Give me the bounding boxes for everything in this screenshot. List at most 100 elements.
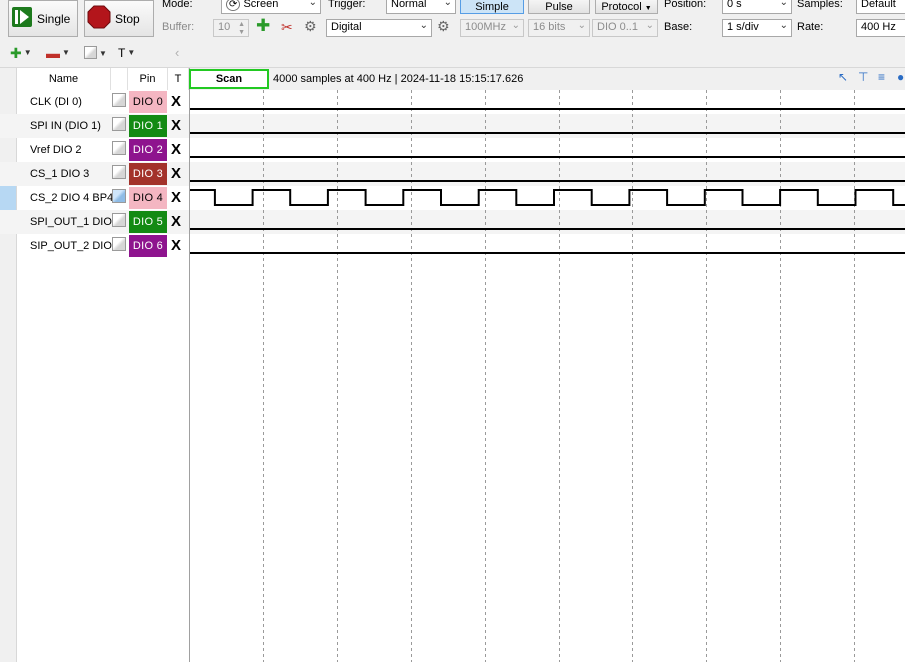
logic-plot-area[interactable]: [189, 68, 905, 662]
channel-config-icon[interactable]: [112, 117, 126, 131]
gear-icon[interactable]: ⚙: [304, 19, 317, 33]
row-selector[interactable]: [0, 186, 16, 210]
buffer-spinbox[interactable]: 10 ▲ ▼: [213, 19, 249, 37]
channel-row[interactable]: CS_2 DIO 4 BP4 DIO 4X: [0, 186, 190, 210]
column-header-pin[interactable]: Pin: [128, 68, 168, 90]
pin-badge[interactable]: DIO 1: [129, 115, 167, 137]
globe-icon[interactable]: ●: [897, 70, 904, 84]
channel-config-icon[interactable]: [112, 165, 126, 179]
row-selector[interactable]: [0, 162, 16, 186]
tab-pulse[interactable]: Pulse: [528, 0, 590, 14]
cursor-icon[interactable]: ↖: [838, 70, 848, 84]
channel-config-button[interactable]: ▼: [84, 46, 107, 61]
mode-label: Mode:: [162, 0, 193, 10]
column-header-name[interactable]: Name: [17, 68, 111, 90]
add-icon[interactable]: ✚: [256, 17, 270, 34]
scissors-icon[interactable]: ✂: [281, 20, 293, 34]
pin-badge[interactable]: DIO 5: [129, 211, 167, 233]
row-shade: [190, 114, 905, 138]
scan-status-button[interactable]: Scan: [189, 69, 269, 89]
stop-icon: [87, 5, 111, 32]
clock-rate-select[interactable]: 100MHz ⌄: [460, 19, 524, 37]
row-selector[interactable]: [0, 138, 16, 162]
play-icon: [11, 6, 33, 31]
row-selector[interactable]: [0, 210, 16, 234]
channel-row[interactable]: Vref DIO 2 DIO 2X: [0, 138, 190, 162]
mode-select[interactable]: ⟳ Screen ⌄: [221, 0, 321, 14]
dropdown-arrow-icon: ▼: [62, 48, 70, 57]
chevron-down-icon: ⌄: [577, 20, 586, 31]
gear-icon[interactable]: ⚙: [437, 19, 450, 33]
row-shade: [190, 210, 905, 234]
dropdown-arrow-icon: ▼: [644, 5, 652, 12]
channel-row[interactable]: CS_1 DIO 3 DIO 3X: [0, 162, 190, 186]
channel-name[interactable]: CS_2 DIO 4 BP4: [30, 186, 113, 210]
text-icon: T: [118, 46, 126, 60]
trigger-cell[interactable]: X: [171, 234, 181, 258]
chevron-down-icon: ⌄: [419, 20, 428, 31]
pin-badge[interactable]: DIO 6: [129, 235, 167, 257]
add-channel-button[interactable]: ✚ ▼: [10, 46, 32, 60]
chevron-down-icon: ⌄: [511, 20, 520, 31]
base-label: Base:: [664, 21, 693, 33]
channel-name[interactable]: Vref DIO 2: [30, 138, 82, 162]
single-label: Single: [37, 11, 71, 26]
single-button[interactable]: Single: [8, 0, 78, 37]
rate-label: Rate:: [797, 21, 824, 33]
position-label: Position:: [664, 0, 707, 10]
dio-range-select[interactable]: DIO 0..1 ⌄: [592, 19, 658, 37]
chevron-down-icon: ⌄: [779, 0, 788, 8]
channel-name[interactable]: CS_1 DIO 3: [30, 162, 89, 186]
spinner-arrows-icon: ▲ ▼: [238, 21, 245, 36]
waveform-canvas[interactable]: [190, 68, 905, 662]
chevron-down-icon: ⌄: [645, 20, 654, 31]
row-selector[interactable]: [0, 90, 16, 114]
channel-config-icon[interactable]: [112, 237, 126, 251]
trigger-cell[interactable]: X: [171, 90, 181, 114]
channel-config-icon[interactable]: [112, 141, 126, 155]
stop-label: Stop: [115, 11, 140, 26]
config-icon: [84, 46, 97, 59]
samples-select[interactable]: Default: [856, 0, 905, 14]
align-icon[interactable]: ≡: [878, 70, 885, 84]
pin-badge[interactable]: DIO 4: [129, 187, 167, 209]
row-selector[interactable]: [0, 234, 16, 258]
tab-simple[interactable]: Simple: [460, 0, 524, 14]
channel-row[interactable]: SPI_OUT_1 DIO 5 DIO 5X: [0, 210, 190, 234]
base-select[interactable]: 1 s/div ⌄: [722, 19, 792, 37]
pin-badge[interactable]: DIO 2: [129, 139, 167, 161]
trigger-cell[interactable]: X: [171, 114, 181, 138]
text-options-button[interactable]: T ▼: [118, 46, 135, 60]
tab-protocol[interactable]: Protocol ▼: [595, 0, 658, 14]
pin-badge[interactable]: DIO 3: [129, 163, 167, 185]
zoom-icon[interactable]: ⊤: [858, 70, 868, 84]
position-input[interactable]: 0 s ⌄: [722, 0, 792, 14]
stop-button[interactable]: Stop: [84, 0, 154, 37]
channel-name[interactable]: CLK (DI 0): [30, 90, 82, 114]
channel-name[interactable]: SIP_OUT_2 DIO 6: [30, 234, 121, 258]
remove-channel-button[interactable]: ▬ ▼: [46, 46, 70, 60]
plot-tools: ↖ ⊤ ≡ ●: [836, 70, 905, 88]
channel-config-icon[interactable]: [112, 213, 126, 227]
channel-row[interactable]: SIP_OUT_2 DIO 6 DIO 6X: [0, 234, 190, 258]
collapse-icon[interactable]: ‹: [175, 46, 179, 60]
rate-input[interactable]: 400 Hz: [856, 19, 905, 37]
trigger-cell[interactable]: X: [171, 138, 181, 162]
chevron-down-icon: ⌄: [308, 0, 317, 8]
trigger-cell[interactable]: X: [171, 210, 181, 234]
channel-row[interactable]: CLK (DI 0) DIO 0X: [0, 90, 190, 114]
trigger-cell[interactable]: X: [171, 162, 181, 186]
bits-select[interactable]: 16 bits ⌄: [528, 19, 590, 37]
chevron-down-icon: ⌄: [443, 0, 452, 8]
trigger-source-select[interactable]: Digital ⌄: [326, 19, 432, 37]
channel-name[interactable]: SPI IN (DIO 1): [30, 114, 101, 138]
trigger-mode-select[interactable]: Normal ⌄: [386, 0, 456, 14]
channel-config-icon[interactable]: [112, 189, 126, 203]
row-selector[interactable]: [0, 114, 16, 138]
trigger-cell[interactable]: X: [171, 186, 181, 210]
pin-badge[interactable]: DIO 0: [129, 91, 167, 113]
channel-config-icon[interactable]: [112, 93, 126, 107]
channel-name[interactable]: SPI_OUT_1 DIO 5: [30, 210, 121, 234]
column-header-trigger[interactable]: T: [168, 68, 189, 90]
channel-row[interactable]: SPI IN (DIO 1) DIO 1X: [0, 114, 190, 138]
